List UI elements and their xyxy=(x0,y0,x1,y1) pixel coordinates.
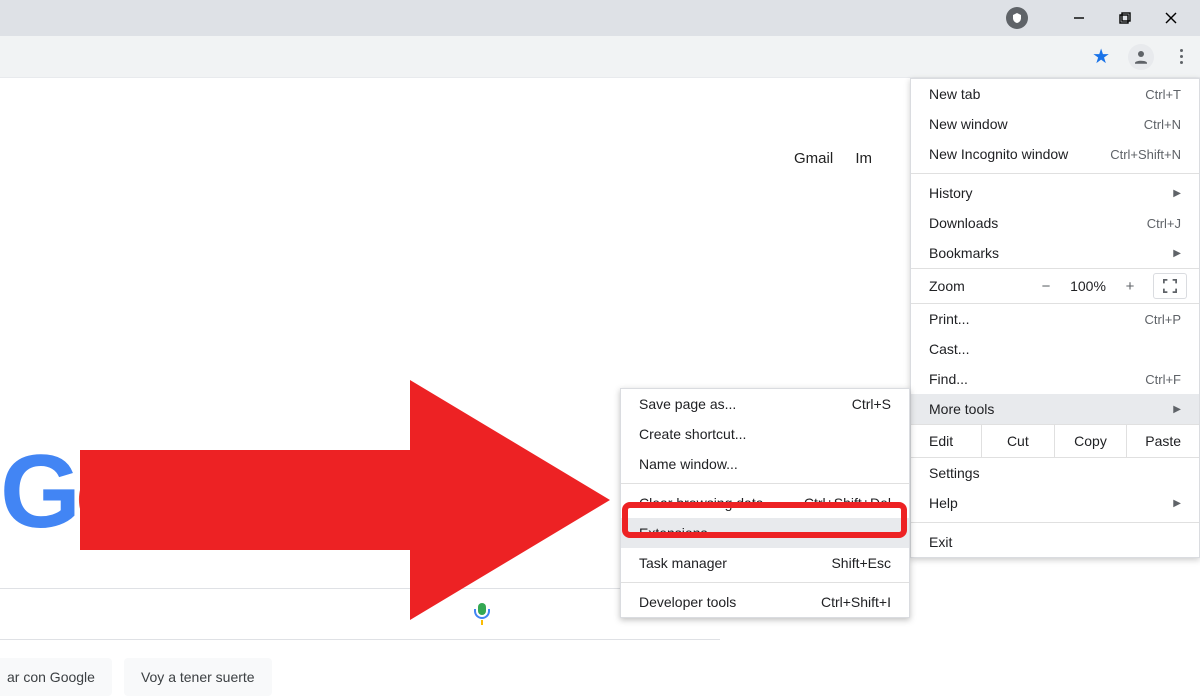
window-minimize-button[interactable] xyxy=(1056,4,1102,32)
chrome-main-menu: New tab Ctrl+T New window Ctrl+N New Inc… xyxy=(910,78,1200,558)
chrome-menu-button[interactable] xyxy=(1172,44,1190,70)
menu-item-label: History xyxy=(929,185,973,201)
menu-item-label: Name window... xyxy=(639,456,738,472)
menu-item-label: Clear browsing data... xyxy=(639,495,775,511)
menu-item-shortcut: Ctrl+F xyxy=(1145,372,1181,387)
menu-settings[interactable]: Settings xyxy=(911,458,1199,488)
menu-item-label: Downloads xyxy=(929,215,998,231)
edit-copy-button[interactable]: Copy xyxy=(1054,425,1127,457)
submenu-extensions[interactable]: Extensions xyxy=(621,518,909,548)
menu-help[interactable]: Help ▶ xyxy=(911,488,1199,518)
menu-cast[interactable]: Cast... xyxy=(911,334,1199,364)
submenu-arrow-icon: ▶ xyxy=(1173,498,1181,509)
menu-item-label: Developer tools xyxy=(639,594,736,610)
menu-item-label: Task manager xyxy=(639,555,727,571)
menu-item-shortcut: Ctrl+P xyxy=(1145,312,1181,327)
fullscreen-button[interactable] xyxy=(1153,273,1187,299)
menu-item-label: New window xyxy=(929,116,1008,132)
submenu-arrow-icon: ▶ xyxy=(1173,248,1181,259)
menu-edit-row: Edit Cut Copy Paste xyxy=(911,424,1199,458)
google-header-links: Gmail Im xyxy=(776,150,872,167)
menu-item-label: Settings xyxy=(929,465,980,481)
voice-search-icon[interactable] xyxy=(474,603,490,625)
menu-item-label: Extensions xyxy=(639,525,707,541)
submenu-arrow-icon: ▶ xyxy=(1173,188,1181,199)
feeling-lucky-button[interactable]: Voy a tener suerte xyxy=(124,658,272,696)
images-link[interactable]: Im xyxy=(855,150,872,167)
zoom-out-button[interactable]: − xyxy=(1029,278,1063,295)
menu-incognito[interactable]: New Incognito window Ctrl+Shift+N xyxy=(911,139,1199,169)
menu-item-label: Find... xyxy=(929,371,968,387)
menu-item-label: Print... xyxy=(929,311,969,327)
google-search-buttons: ar con Google Voy a tener suerte xyxy=(0,658,272,696)
submenu-arrow-icon: ▶ xyxy=(1173,404,1181,415)
submenu-name-window[interactable]: Name window... xyxy=(621,449,909,479)
menu-zoom-row: Zoom − 100% + xyxy=(911,268,1199,304)
zoom-value: 100% xyxy=(1063,278,1113,294)
menu-item-label: Create shortcut... xyxy=(639,426,746,442)
submenu-create-shortcut[interactable]: Create shortcut... xyxy=(621,419,909,449)
menu-item-label: Exit xyxy=(929,534,952,550)
submenu-task-manager[interactable]: Task manager Shift+Esc xyxy=(621,548,909,578)
edit-paste-button[interactable]: Paste xyxy=(1126,425,1199,457)
zoom-in-button[interactable]: + xyxy=(1113,278,1147,295)
menu-item-shortcut: Ctrl+S xyxy=(852,396,891,412)
menu-downloads[interactable]: Downloads Ctrl+J xyxy=(911,208,1199,238)
google-search-button[interactable]: ar con Google xyxy=(0,658,112,696)
menu-item-label: Bookmarks xyxy=(929,245,999,261)
menu-new-window[interactable]: New window Ctrl+N xyxy=(911,109,1199,139)
menu-item-label: Save page as... xyxy=(639,396,736,412)
security-shield-icon xyxy=(1006,7,1028,29)
window-maximize-button[interactable] xyxy=(1102,4,1148,32)
menu-item-shortcut: Ctrl+Shift+Del xyxy=(804,495,891,511)
bookmark-star-icon[interactable]: ★ xyxy=(1092,44,1110,69)
google-logo: Google xyxy=(0,440,322,544)
menu-item-label: New Incognito window xyxy=(929,146,1068,162)
menu-item-shortcut: Ctrl+Shift+I xyxy=(821,594,891,610)
more-tools-submenu: Save page as... Ctrl+S Create shortcut..… xyxy=(620,388,910,618)
gmail-link[interactable]: Gmail xyxy=(794,150,833,167)
menu-find[interactable]: Find... Ctrl+F xyxy=(911,364,1199,394)
menu-bookmarks[interactable]: Bookmarks ▶ xyxy=(911,238,1199,268)
edit-cut-button[interactable]: Cut xyxy=(981,425,1054,457)
edit-label: Edit xyxy=(929,433,981,449)
zoom-label: Zoom xyxy=(929,278,1029,294)
profile-avatar-icon[interactable] xyxy=(1128,44,1154,70)
window-close-button[interactable] xyxy=(1148,4,1194,32)
menu-exit[interactable]: Exit xyxy=(911,527,1199,557)
menu-item-shortcut: Ctrl+Shift+N xyxy=(1110,147,1181,162)
menu-new-tab[interactable]: New tab Ctrl+T xyxy=(911,79,1199,109)
menu-item-label: Help xyxy=(929,495,958,511)
submenu-developer-tools[interactable]: Developer tools Ctrl+Shift+I xyxy=(621,587,909,617)
menu-item-label: Cast... xyxy=(929,341,969,357)
browser-toolbar: ★ xyxy=(0,36,1200,78)
menu-item-shortcut: Ctrl+N xyxy=(1144,117,1181,132)
menu-item-shortcut: Ctrl+T xyxy=(1145,87,1181,102)
menu-item-label: New tab xyxy=(929,86,980,102)
menu-item-shortcut: Ctrl+J xyxy=(1147,216,1181,231)
menu-item-label: More tools xyxy=(929,401,994,417)
menu-print[interactable]: Print... Ctrl+P xyxy=(911,304,1199,334)
menu-more-tools[interactable]: More tools ▶ xyxy=(911,394,1199,424)
google-search-bar[interactable] xyxy=(0,588,720,640)
submenu-save-page-as[interactable]: Save page as... Ctrl+S xyxy=(621,389,909,419)
menu-item-shortcut: Shift+Esc xyxy=(831,555,891,571)
submenu-clear-browsing-data[interactable]: Clear browsing data... Ctrl+Shift+Del xyxy=(621,488,909,518)
window-titlebar xyxy=(0,0,1200,36)
menu-history[interactable]: History ▶ xyxy=(911,178,1199,208)
